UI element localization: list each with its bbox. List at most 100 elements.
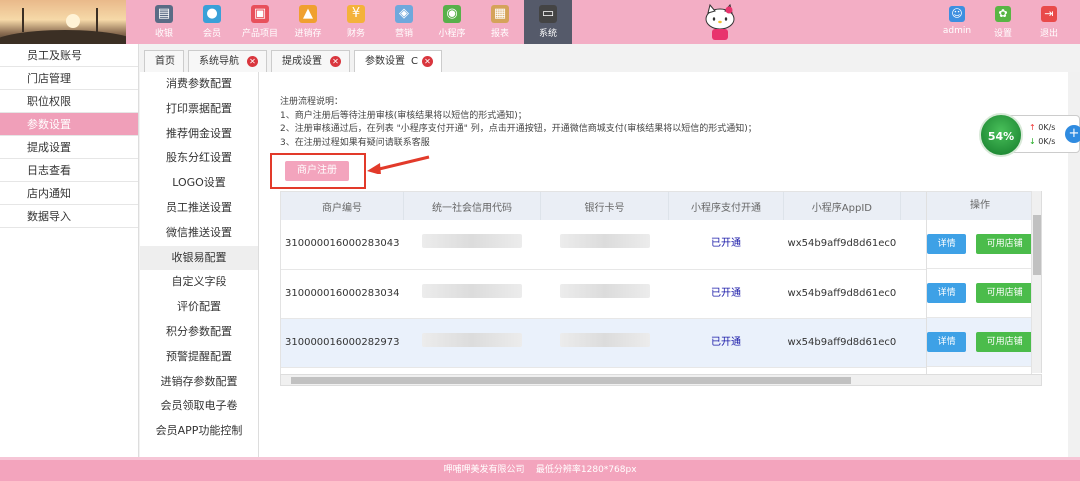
- table-vertical-scrollbar[interactable]: [1032, 191, 1042, 373]
- instruction-line: 2、注册审核通过后，在列表 "小程序支付开通" 列，点击开通按钮，开通微信商城支…: [280, 124, 757, 134]
- nav-item-8[interactable]: ▭ 系统: [524, 0, 572, 44]
- sub-menu-item[interactable]: 会员APP功能控制: [140, 419, 258, 444]
- table-row[interactable]: 310000016000282973 已开通 wx54b9aff9d8d61ec0: [281, 318, 973, 368]
- operations-cell: 详情 可用店铺: [927, 318, 1031, 367]
- left-menu-item[interactable]: 提成设置: [0, 136, 138, 159]
- user-nav: ☺ admin ✿ 设置 ⇥ 退出: [934, 0, 1072, 44]
- registration-instructions: 注册流程说明： 1、商户注册后等待注册审核(审核结果将以短信的形式通知)； 2、…: [280, 96, 757, 150]
- download-speed: ↓ 0K/s: [1029, 137, 1056, 146]
- network-speed-widget[interactable]: 54% ↑ 0K/s ↓ 0K/s +: [979, 113, 1080, 157]
- appid-cell: wx54b9aff9d8d61ec0: [783, 269, 901, 319]
- sub-menu-item[interactable]: 微信推送设置: [140, 221, 258, 246]
- refresh-icon[interactable]: C: [411, 52, 418, 72]
- inventory-icon: ▲: [299, 5, 317, 23]
- left-menu-item[interactable]: 门店管理: [0, 67, 138, 90]
- product-icon: ▣: [251, 5, 269, 23]
- nav-item-label: 收银: [154, 29, 173, 39]
- bank-card-cell: [540, 220, 669, 270]
- user-nav-item-1[interactable]: ✿ 设置: [980, 0, 1026, 44]
- instructions-title: 注册流程说明：: [280, 97, 344, 107]
- close-icon[interactable]: ✕: [330, 56, 341, 67]
- detail-button[interactable]: 详情: [927, 234, 967, 254]
- available-stores-button[interactable]: 可用店铺: [976, 332, 1031, 352]
- table-row[interactable]: 310000016000283034 已开通 wx54b9aff9d8d61ec0: [281, 269, 973, 319]
- user-nav-item-2[interactable]: ⇥ 退出: [1026, 0, 1072, 44]
- column-header: 银行卡号: [540, 192, 670, 220]
- sub-menu-item[interactable]: 员工推送设置: [140, 196, 258, 221]
- sub-menu-item[interactable]: 进销存参数配置: [140, 370, 258, 395]
- sub-menu-item[interactable]: 评价配置: [140, 295, 258, 320]
- redacted-value: [422, 283, 523, 298]
- close-icon[interactable]: ✕: [247, 56, 258, 67]
- user-nav-label: admin: [942, 26, 972, 36]
- detail-button[interactable]: 详情: [927, 332, 967, 352]
- nav-item-1[interactable]: ● 会员: [188, 0, 236, 44]
- redacted-value: [559, 332, 650, 347]
- tab-0[interactable]: 首页: [144, 50, 184, 72]
- nav-item-6[interactable]: ◉ 小程序: [428, 0, 476, 44]
- instruction-line: 1、商户注册后等待注册审核(审核结果将以短信的形式通知)；: [280, 110, 527, 121]
- left-menu-item[interactable]: 员工及账号: [0, 44, 138, 67]
- column-header: 小程序支付开通: [668, 192, 785, 220]
- finance-icon: ¥: [347, 5, 365, 23]
- footer: 呷哺呷美发有限公司 最低分辨率1280*768px: [0, 457, 1080, 481]
- tab-1[interactable]: 系统导航 ✕: [188, 50, 267, 72]
- sub-menu-item[interactable]: 预警提醒配置: [140, 345, 258, 370]
- left-menu-item[interactable]: 数据导入: [0, 205, 138, 228]
- nav-item-0[interactable]: ▤ 收银: [140, 0, 188, 44]
- nav-item-label: 小程序: [438, 29, 466, 39]
- nav-item-label: 进销存: [294, 29, 322, 39]
- table-horizontal-scrollbar[interactable]: [280, 374, 1042, 386]
- nav-item-label: 财务: [346, 29, 365, 39]
- left-menu-item[interactable]: 职位权限: [0, 90, 138, 113]
- operations-column: 操作 详情 可用店铺 详情 可用店铺 详情 可用店铺: [926, 192, 1031, 385]
- sub-menu-item[interactable]: 自定义字段: [140, 270, 258, 295]
- left-menu: 员工及账号 门店管理 职位权限 参数设置 提成设置 日志查看 店内通知 数据导入: [0, 44, 139, 457]
- left-menu-item[interactable]: 参数设置: [0, 113, 138, 136]
- credit-code-cell: [403, 220, 541, 270]
- sub-menu-item[interactable]: 会员领取电子卷: [140, 394, 258, 419]
- nav-item-5[interactable]: ◈ 营销: [380, 0, 428, 44]
- sub-menu-item[interactable]: 打印票据配置: [140, 97, 258, 122]
- sub-menu-item[interactable]: 推荐佣金设置: [140, 122, 258, 147]
- merchant-no-cell: 310000016000283034: [281, 269, 404, 319]
- column-header: 商户编号: [281, 192, 405, 220]
- appid-cell: wx54b9aff9d8d61ec0: [783, 220, 901, 270]
- nav-item-4[interactable]: ¥ 财务: [332, 0, 380, 44]
- sub-menu-item[interactable]: 消费参数配置: [140, 72, 258, 97]
- tab-3[interactable]: 参数设置 C ✕: [354, 50, 442, 72]
- left-menu-item[interactable]: 店内通知: [0, 182, 138, 205]
- column-header: 统一社会信用代码: [403, 192, 542, 220]
- hello-kitty-icon: [705, 3, 735, 40]
- plus-icon[interactable]: +: [1065, 125, 1080, 143]
- user-nav-item-0[interactable]: ☺ admin: [934, 0, 980, 44]
- main-nav: ▤ 收银 ● 会员 ▣ 产品项目 ▲ 进销存 ¥ 财务 ◈ 营销 ◉ 小程序 ▦ 报表 ▭ 系统: [140, 0, 572, 44]
- left-menu-item[interactable]: 日志查看: [0, 159, 138, 182]
- nav-item-label: 产品项目: [241, 29, 278, 39]
- merchant-no-cell: 310000016000283043: [281, 220, 404, 270]
- sub-menu-item[interactable]: LOGO设置: [140, 171, 258, 196]
- table-row[interactable]: 310000016000283043 已开通 wx54b9aff9d8d61ec0: [281, 220, 973, 270]
- nav-item-7[interactable]: ▦ 报表: [476, 0, 524, 44]
- redacted-value: [559, 283, 650, 298]
- operations-cell: 详情 可用店铺: [927, 220, 1031, 269]
- sub-menu-item[interactable]: 股东分红设置: [140, 146, 258, 171]
- available-stores-button[interactable]: 可用店铺: [976, 234, 1031, 254]
- nav-item-3[interactable]: ▲ 进销存: [284, 0, 332, 44]
- nav-item-label: 会员: [202, 29, 221, 39]
- sub-menu-item[interactable]: 收银易配置: [140, 245, 258, 271]
- footer-resolution: 最低分辨率1280*768px: [535, 465, 637, 475]
- credit-code-cell: [403, 269, 541, 319]
- nav-item-label: 系统: [538, 29, 557, 39]
- bank-card-cell: [540, 269, 669, 319]
- sub-menu-item[interactable]: 积分参数配置: [140, 320, 258, 345]
- cpu-percent: 54%: [979, 113, 1023, 157]
- nav-item-2[interactable]: ▣ 产品项目: [236, 0, 284, 44]
- detail-button[interactable]: 详情: [927, 283, 967, 303]
- settings-icon: ✿: [995, 6, 1011, 22]
- close-icon[interactable]: ✕: [421, 56, 433, 67]
- tab-2[interactable]: 提成设置 ✕: [271, 50, 350, 72]
- available-stores-button[interactable]: 可用店铺: [976, 283, 1031, 303]
- nav-item-label: 报表: [490, 29, 509, 39]
- report-icon: ▦: [491, 5, 509, 23]
